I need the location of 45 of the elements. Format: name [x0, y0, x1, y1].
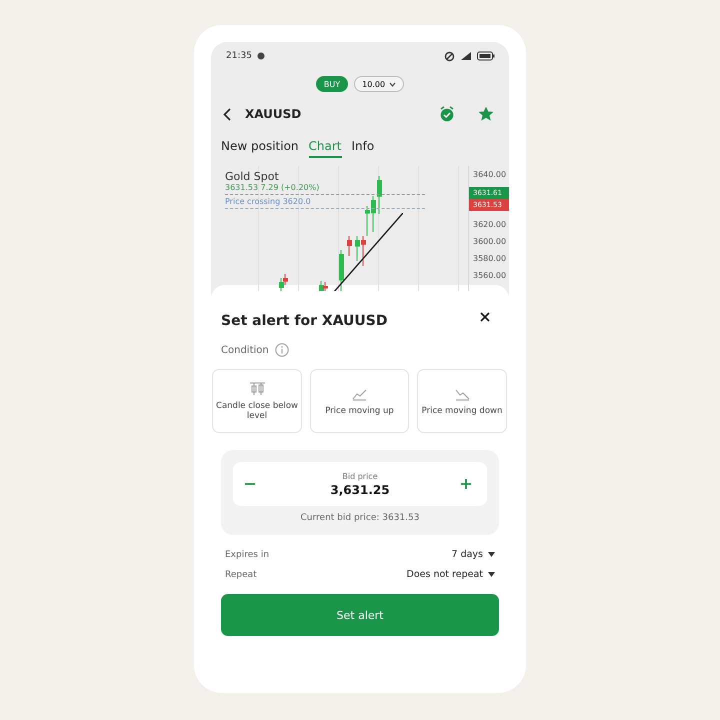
caret-icon	[488, 552, 495, 557]
caret-icon	[488, 572, 495, 577]
notification-icon	[256, 52, 265, 60]
candlestick-icon	[250, 382, 264, 396]
condition-label: Condition	[221, 344, 269, 356]
candle	[339, 250, 344, 291]
sheet-title: Set alert for XAUUSD	[221, 313, 388, 329]
alarm-clock-icon[interactable]	[439, 106, 455, 122]
bid-price-field[interactable]: Bid price 3,631.25	[233, 462, 487, 506]
amount-dropdown[interactable]: 10.00	[354, 76, 404, 92]
battery-icon	[477, 51, 495, 61]
axis-label: 3640.00	[472, 170, 508, 181]
candle	[347, 236, 352, 256]
star-icon[interactable]	[479, 107, 493, 121]
axis-label: 3560.00	[472, 271, 508, 282]
chart-title: Gold Spot	[225, 170, 280, 183]
trade-side-button[interactable]: BUY	[316, 76, 348, 92]
condition-option[interactable]: Candle close below level	[212, 369, 302, 433]
close-icon[interactable]	[480, 312, 490, 322]
option-dropdown[interactable]: Does not repeat	[406, 569, 495, 580]
option-label: Repeat	[225, 570, 257, 580]
field-value: 3,631.25	[330, 482, 390, 496]
condition-option[interactable]: Price moving down	[417, 369, 507, 433]
signal-icon	[460, 51, 472, 61]
axis-label: 3620.00	[472, 220, 508, 231]
info-icon[interactable]	[274, 343, 289, 357]
plus-icon	[461, 479, 471, 489]
field-label: Bid price	[342, 472, 378, 480]
chevron-icon	[389, 82, 396, 86]
sync-icon	[444, 50, 455, 62]
axis-label: 3580.00	[472, 254, 508, 265]
tab[interactable]: Info	[352, 139, 374, 158]
price-quote: 3631.53 7.29 (+0.20%)	[225, 183, 425, 195]
set-alert-button[interactable]: Set alert	[221, 594, 499, 636]
crossing-label: Price crossing 3620.0	[225, 197, 425, 209]
symbol-title: XAUUSD	[245, 107, 302, 121]
option-dropdown[interactable]: 7 days	[452, 549, 495, 560]
rising-line-icon	[352, 386, 367, 400]
status-time: 21:35	[226, 51, 252, 61]
back-icon[interactable]	[223, 108, 231, 120]
tab[interactable]: New position	[221, 139, 299, 158]
condition-option[interactable]: Price moving up	[310, 369, 409, 433]
current-price-text: Current bid price: 3631.53	[300, 513, 420, 523]
option-label: Expires in	[225, 550, 270, 560]
axis-label: 3600.00	[472, 237, 508, 248]
